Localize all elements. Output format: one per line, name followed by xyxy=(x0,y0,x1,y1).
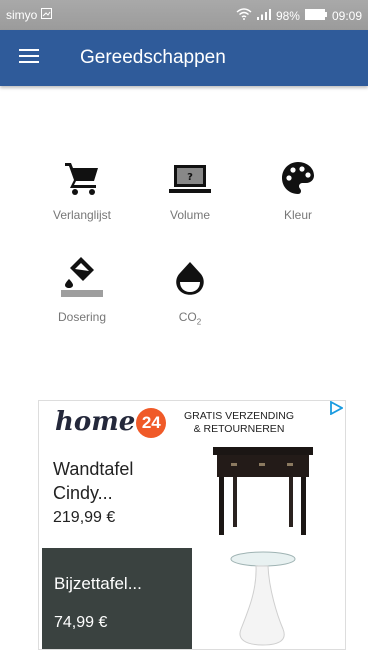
carrier-name: simyo xyxy=(6,8,38,22)
cart-icon xyxy=(64,161,100,200)
tool-label: CO2 xyxy=(145,310,235,326)
product-price: 219,99 € xyxy=(53,509,116,526)
svg-text:?: ? xyxy=(187,172,193,183)
ad-choices-icon[interactable] xyxy=(329,401,344,420)
tool-dosering[interactable]: Dosering xyxy=(37,257,127,324)
app-bar: Gereedschappen xyxy=(0,30,368,86)
battery-icon xyxy=(304,8,327,23)
screenshot-icon xyxy=(41,8,53,22)
tool-label: Volume xyxy=(169,208,211,222)
co2-label-main: CO xyxy=(178,310,197,324)
product-name: Bijzettafel... xyxy=(54,574,142,593)
product-price: 74,99 € xyxy=(54,614,108,631)
battery-percentage: 98% xyxy=(275,8,300,23)
product-card-dark[interactable]: Bijzettafel... 74,99 € xyxy=(42,548,192,649)
paint-bucket-icon xyxy=(61,255,103,302)
wifi-icon xyxy=(236,8,252,23)
side-table-image[interactable] xyxy=(223,549,303,649)
status-bar: simyo 98% 09:09 xyxy=(0,0,368,30)
water-drop-icon xyxy=(175,261,205,302)
co2-label-sub: 2 xyxy=(196,317,202,327)
tool-label: Verlanglijst xyxy=(52,208,112,222)
tool-kleur[interactable]: Kleur xyxy=(253,160,343,222)
tool-co2[interactable]: CO2 xyxy=(145,262,235,326)
menu-button[interactable] xyxy=(14,44,44,72)
console-table-image[interactable] xyxy=(209,443,317,548)
tool-verlanglijst[interactable]: Verlanglijst xyxy=(37,160,127,222)
ad-promo-text: GRATIS VERZENDING & RETOURNEREN xyxy=(183,410,295,435)
page-title: Gereedschappen xyxy=(80,47,226,68)
laptop-question-icon: ? xyxy=(169,165,211,200)
product-name[interactable]: Wandtafel Cindy... xyxy=(53,457,193,505)
signal-icon xyxy=(256,8,271,23)
hamburger-menu-icon xyxy=(19,48,39,69)
clock: 09:09 xyxy=(331,8,362,23)
advertisement-banner[interactable]: home 24 GRATIS VERZENDING & RETOURNEREN W… xyxy=(38,400,346,650)
palette-icon xyxy=(281,161,315,200)
home24-logo: home 24 xyxy=(55,407,167,438)
tool-volume[interactable]: ? Volume xyxy=(145,160,235,222)
tool-label: Kleur xyxy=(283,208,312,222)
tool-label: Dosering xyxy=(57,310,107,324)
